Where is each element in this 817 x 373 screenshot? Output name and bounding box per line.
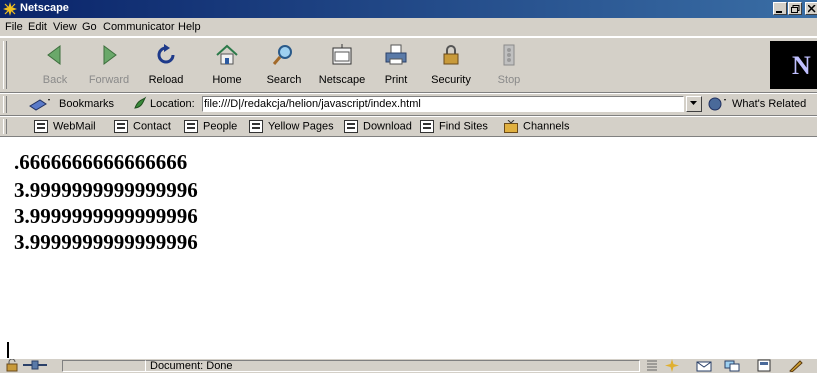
back-label: Back xyxy=(42,74,68,86)
location-toolbar: Bookmarks Location: What's Related xyxy=(0,93,817,116)
progress-panel xyxy=(62,360,146,372)
menu-communicator[interactable]: Communicator xyxy=(103,21,175,33)
security-label: Security xyxy=(431,74,471,86)
newsgroups-component-icon[interactable] xyxy=(724,359,740,372)
title-bar[interactable]: Netscape xyxy=(0,0,817,18)
address-book-icon[interactable] xyxy=(756,359,772,372)
menu-edit[interactable]: Edit xyxy=(28,21,47,33)
menu-help[interactable]: Help xyxy=(178,21,201,33)
webmail-link[interactable]: WebMail xyxy=(34,120,96,133)
forward-label: Forward xyxy=(88,74,130,86)
netscape-button[interactable]: Netscape xyxy=(317,42,367,88)
menu-view[interactable]: View xyxy=(53,21,77,33)
mail-component-icon[interactable] xyxy=(696,359,712,372)
navigation-toolbar: Back Forward Reload Home Search Netscape… xyxy=(0,37,817,93)
lock-icon xyxy=(443,45,459,65)
location-dropdown-button[interactable] xyxy=(686,96,702,112)
stop-icon xyxy=(503,44,515,66)
bookmark-page-icon xyxy=(34,120,48,133)
personal-grip[interactable] xyxy=(3,119,7,134)
personal-toolbar: WebMail Contact People Yellow Pages Down… xyxy=(0,116,817,137)
reload-icon xyxy=(157,44,175,64)
chevron-down-icon xyxy=(690,101,697,105)
stop-label: Stop xyxy=(497,74,521,86)
output-line: 3.9999999999999996 xyxy=(14,178,198,202)
people-link[interactable]: People xyxy=(184,120,237,133)
yellow-pages-label: Yellow Pages xyxy=(268,120,334,133)
navigator-component-icon[interactable] xyxy=(664,359,680,372)
search-icon xyxy=(272,45,292,65)
output-line: .6666666666666666 xyxy=(14,150,188,174)
channels-label: Channels xyxy=(523,120,570,133)
close-button[interactable] xyxy=(805,2,817,15)
back-button[interactable]: Back xyxy=(30,42,80,88)
contact-label: Contact xyxy=(133,120,171,133)
netscape-logo-letter: N xyxy=(792,51,811,80)
output-line: 3.9999999999999996 xyxy=(14,230,198,254)
netscape-logo[interactable]: N xyxy=(770,41,817,89)
bookmark-page-icon xyxy=(184,120,198,133)
page-info-icon[interactable] xyxy=(644,359,660,372)
find-sites-link[interactable]: Find Sites xyxy=(420,120,488,133)
download-link[interactable]: Download xyxy=(344,120,412,133)
composer-component-icon[interactable] xyxy=(788,359,804,372)
status-bar: Document: Done xyxy=(0,358,817,373)
menu-bar: File Edit View Go Communicator Help xyxy=(0,18,817,36)
location-label: Location: xyxy=(150,98,195,110)
back-arrow-icon xyxy=(47,45,61,65)
forward-arrow-icon xyxy=(103,45,117,65)
bookmark-page-icon xyxy=(114,120,128,133)
minimize-button[interactable] xyxy=(773,2,787,15)
menu-go[interactable]: Go xyxy=(82,21,97,33)
home-label: Home xyxy=(212,74,242,86)
online-status-icon[interactable] xyxy=(22,359,48,372)
yellow-pages-link[interactable]: Yellow Pages xyxy=(249,120,334,133)
search-button[interactable]: Search xyxy=(259,42,309,88)
status-text-panel xyxy=(146,360,640,372)
whats-related-label[interactable]: What's Related xyxy=(732,98,806,110)
output-line: 3.9999999999999996 xyxy=(14,204,198,228)
whats-related-icon[interactable] xyxy=(707,96,731,112)
print-button[interactable]: Print xyxy=(371,42,421,88)
location-grip[interactable] xyxy=(3,96,7,113)
webmail-label: WebMail xyxy=(53,120,96,133)
channels-link[interactable]: Channels xyxy=(504,120,569,133)
reload-button[interactable]: Reload xyxy=(141,42,191,88)
maximize-button[interactable] xyxy=(788,2,802,15)
netscape-app-icon xyxy=(3,2,17,16)
print-label: Print xyxy=(384,74,408,86)
bookmarks-icon[interactable] xyxy=(28,96,54,112)
search-label: Search xyxy=(266,74,302,86)
location-field[interactable] xyxy=(202,96,684,112)
security-button[interactable]: Security xyxy=(426,42,476,88)
stop-button[interactable]: Stop xyxy=(484,42,534,88)
bookmark-page-icon xyxy=(344,120,358,133)
window-title: Netscape xyxy=(20,2,69,14)
people-label: People xyxy=(203,120,238,133)
home-button[interactable]: Home xyxy=(202,42,252,88)
close-icon xyxy=(808,5,816,13)
home-icon xyxy=(216,44,238,65)
bookmarks-label[interactable]: Bookmarks xyxy=(59,98,114,110)
download-label: Download xyxy=(363,120,412,133)
bookmark-page-icon xyxy=(420,120,434,133)
forward-button[interactable]: Forward xyxy=(84,42,134,88)
print-icon xyxy=(385,44,407,65)
security-status-icon[interactable] xyxy=(4,359,20,372)
channels-icon xyxy=(504,120,518,133)
page-content: .6666666666666666 3.9999999999999996 3.9… xyxy=(0,138,817,358)
toolbar-grip[interactable] xyxy=(3,41,7,89)
find-sites-label: Find Sites xyxy=(439,120,488,133)
text-cursor xyxy=(7,342,9,358)
contact-link[interactable]: Contact xyxy=(114,120,171,133)
location-icon xyxy=(134,96,147,109)
bookmark-page-icon xyxy=(249,120,263,133)
reload-label: Reload xyxy=(148,74,184,86)
restore-icon xyxy=(791,5,800,13)
url-input[interactable] xyxy=(204,97,664,111)
netscape-icon xyxy=(332,44,352,65)
menu-file[interactable]: File xyxy=(5,21,23,33)
minimize-icon xyxy=(776,11,782,13)
netscape-label: Netscape xyxy=(318,74,366,86)
